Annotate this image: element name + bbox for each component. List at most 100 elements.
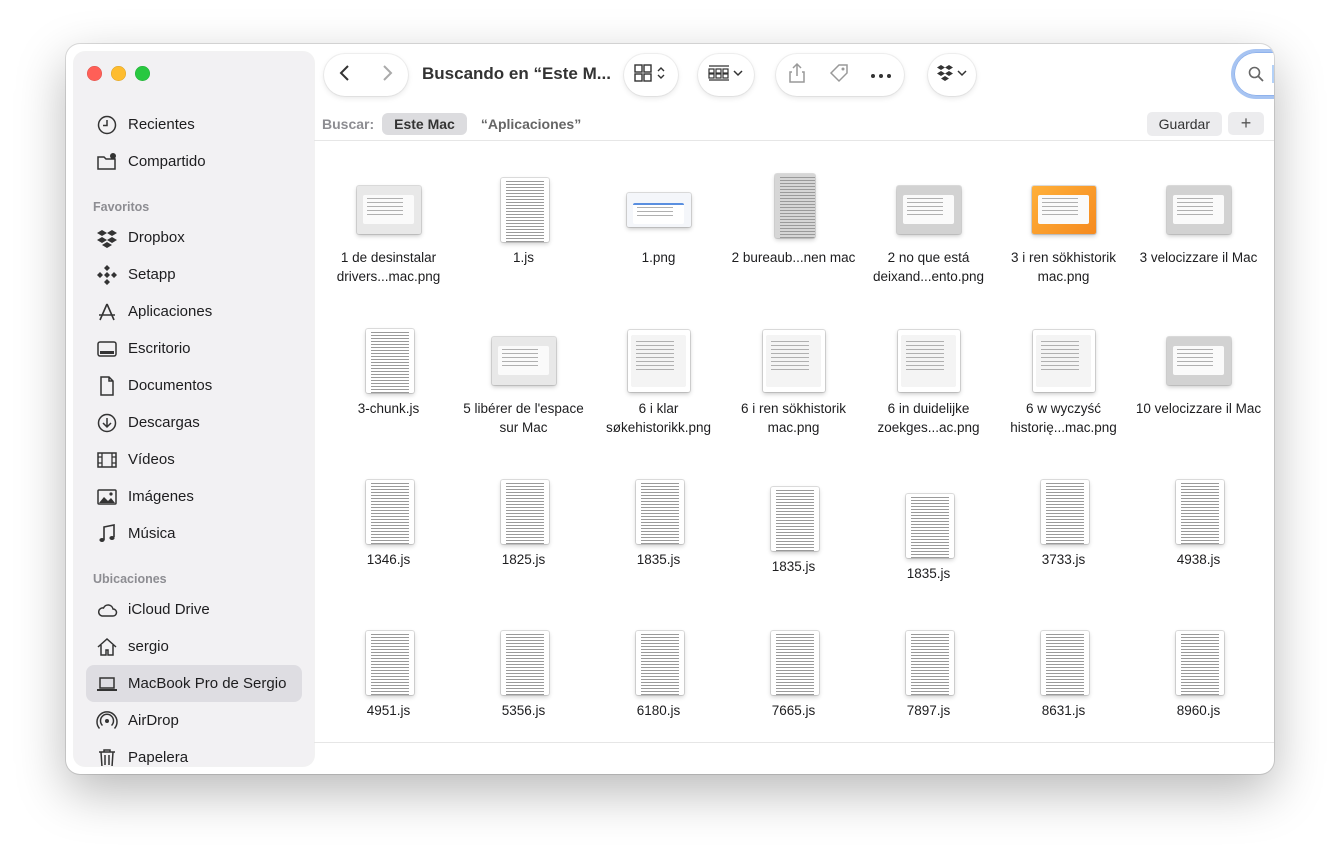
file-item[interactable]: 6 in duidelijke zoekges...ac.png (861, 323, 996, 437)
sidebar-item-escritorio[interactable]: Escritorio (86, 330, 302, 367)
file-preview-image (356, 186, 421, 234)
sidebar-item-setapp[interactable]: Setapp (86, 256, 302, 293)
sidebar-item-recientes[interactable]: Recientes (86, 106, 302, 143)
file-name: 3-chunk.js (357, 401, 420, 416)
file-name: 3733.js (1041, 552, 1086, 567)
file-name: 6 in duidelijke zoekges...ac.png (877, 401, 980, 435)
file-name: 2 bureaub...nen mac (731, 250, 856, 265)
sidebar-item-musica[interactable]: Música (86, 515, 302, 552)
file-item[interactable]: 3 velocizzare il Mac (1131, 172, 1266, 267)
file-name: 7897.js (906, 703, 951, 718)
sidebar-favorites-section: Favoritos Dropbox Setapp Aplicaciones Es… (74, 195, 314, 552)
file-item[interactable]: 1825.js (456, 474, 591, 569)
file-thumbnail (591, 172, 726, 248)
file-item[interactable]: 8960.js (1131, 625, 1266, 720)
sidebar-item-imagenes[interactable]: Imágenes (86, 478, 302, 515)
file-thumbnail (321, 625, 456, 701)
file-preview-image (366, 329, 414, 393)
file-name: 5 libérer de l'espace sur Mac (463, 401, 584, 435)
file-item[interactable]: 10 velocizzare il Mac (1131, 323, 1266, 418)
file-item[interactable]: 1.png (591, 172, 726, 267)
clock-icon (95, 113, 119, 137)
music-icon (95, 522, 119, 546)
file-item[interactable]: 1835.js (591, 474, 726, 569)
file-thumbnail (456, 172, 591, 248)
dropbox-menu-button[interactable] (928, 54, 976, 96)
sidebar-item-label: Documentos (128, 377, 213, 394)
file-thumbnail (726, 474, 861, 551)
file-item[interactable]: 4951.js (321, 625, 456, 720)
file-thumbnail (726, 172, 861, 248)
file-item[interactable]: 5356.js (456, 625, 591, 720)
file-item[interactable]: 2 bureaub...nen mac (726, 172, 861, 267)
back-button[interactable] (324, 54, 366, 96)
file-thumbnail (996, 172, 1131, 248)
finder-window: Recientes Compartido Favoritos Dropbox S… (66, 44, 1274, 774)
file-item[interactable]: 6 i klar søkehistorikk.png (591, 323, 726, 437)
tag-button[interactable] (818, 54, 860, 96)
file-item[interactable]: 5 libérer de l'espace sur Mac (456, 323, 591, 437)
sidebar-item-aplicaciones[interactable]: Aplicaciones (86, 293, 302, 330)
scope-this-mac-button[interactable]: Este Mac (382, 113, 467, 135)
file-thumbnail (321, 474, 456, 550)
file-preview-image (366, 631, 414, 695)
file-item[interactable]: 6 w wyczyść historię...mac.png (996, 323, 1131, 437)
sidebar-item-compartido[interactable]: Compartido (86, 143, 302, 180)
airdrop-icon (95, 709, 119, 733)
file-preview-image (1041, 480, 1089, 544)
file-item[interactable]: 4938.js (1131, 474, 1266, 569)
sidebar-item-label: Vídeos (128, 451, 175, 468)
file-name: 6 i ren sökhistorik mac.png (740, 401, 847, 435)
file-preview-image (1176, 480, 1224, 544)
file-item[interactable]: 1835.js (726, 474, 861, 576)
file-item[interactable]: 6 i ren sökhistorik mac.png (726, 323, 861, 437)
zoom-window-button[interactable] (135, 66, 150, 81)
actions-group (776, 54, 904, 96)
file-item[interactable]: 3-chunk.js (321, 323, 456, 418)
sidebar-item-label: MacBook Pro de Sergio (128, 675, 287, 692)
sidebar-locations-section: Ubicaciones iCloud Drive sergio MacBook … (74, 567, 314, 766)
search-field[interactable]: HP (1234, 52, 1274, 96)
more-actions-button[interactable] (860, 54, 902, 96)
close-window-button[interactable] (87, 66, 102, 81)
file-item[interactable]: 3733.js (996, 474, 1131, 569)
scope-applications-button[interactable]: “Aplicaciones” (481, 116, 581, 132)
share-button[interactable] (776, 54, 818, 96)
sidebar-item-airdrop[interactable]: AirDrop (86, 702, 302, 739)
file-item[interactable]: 1 de desinstalar drivers...mac.png (321, 172, 456, 286)
file-thumbnail (1131, 625, 1266, 701)
sidebar-item-icloud-drive[interactable]: iCloud Drive (86, 591, 302, 628)
file-thumbnail (321, 323, 456, 399)
file-preview-image (1166, 337, 1231, 385)
sidebar-item-videos[interactable]: Vídeos (86, 441, 302, 478)
file-item[interactable]: 7897.js (861, 625, 996, 720)
file-item[interactable]: 1346.js (321, 474, 456, 569)
search-icon (1248, 66, 1264, 82)
sidebar-item-documentos[interactable]: Documentos (86, 367, 302, 404)
file-preview-image (906, 494, 954, 558)
ellipsis-icon (870, 66, 892, 84)
view-mode-button[interactable] (624, 54, 678, 96)
file-item[interactable]: 2 no que está deixand...ento.png (861, 172, 996, 286)
file-item[interactable]: 1835.js (861, 474, 996, 583)
file-item[interactable]: 6180.js (591, 625, 726, 720)
sidebar-item-macbook-pro[interactable]: MacBook Pro de Sergio (86, 665, 302, 702)
sidebar-item-descargas[interactable]: Descargas (86, 404, 302, 441)
tag-icon (828, 62, 850, 89)
add-criteria-button[interactable]: + (1228, 112, 1264, 135)
save-search-button[interactable]: Guardar (1146, 112, 1222, 136)
group-by-button[interactable] (698, 54, 754, 96)
sidebar-item-papelera[interactable]: Papelera (86, 739, 302, 766)
forward-button[interactable] (366, 54, 408, 96)
file-item[interactable]: 1.js (456, 172, 591, 267)
file-thumbnail (996, 474, 1131, 550)
file-item[interactable]: 7665.js (726, 625, 861, 720)
navigation-group (324, 54, 408, 96)
file-thumbnail (591, 474, 726, 550)
sidebar-item-sergio[interactable]: sergio (86, 628, 302, 665)
file-item[interactable]: 8631.js (996, 625, 1131, 720)
search-input[interactable]: HP (1272, 65, 1274, 83)
sidebar-item-dropbox[interactable]: Dropbox (86, 219, 302, 256)
file-item[interactable]: 3 i ren sökhistorik mac.png (996, 172, 1131, 286)
minimize-window-button[interactable] (111, 66, 126, 81)
